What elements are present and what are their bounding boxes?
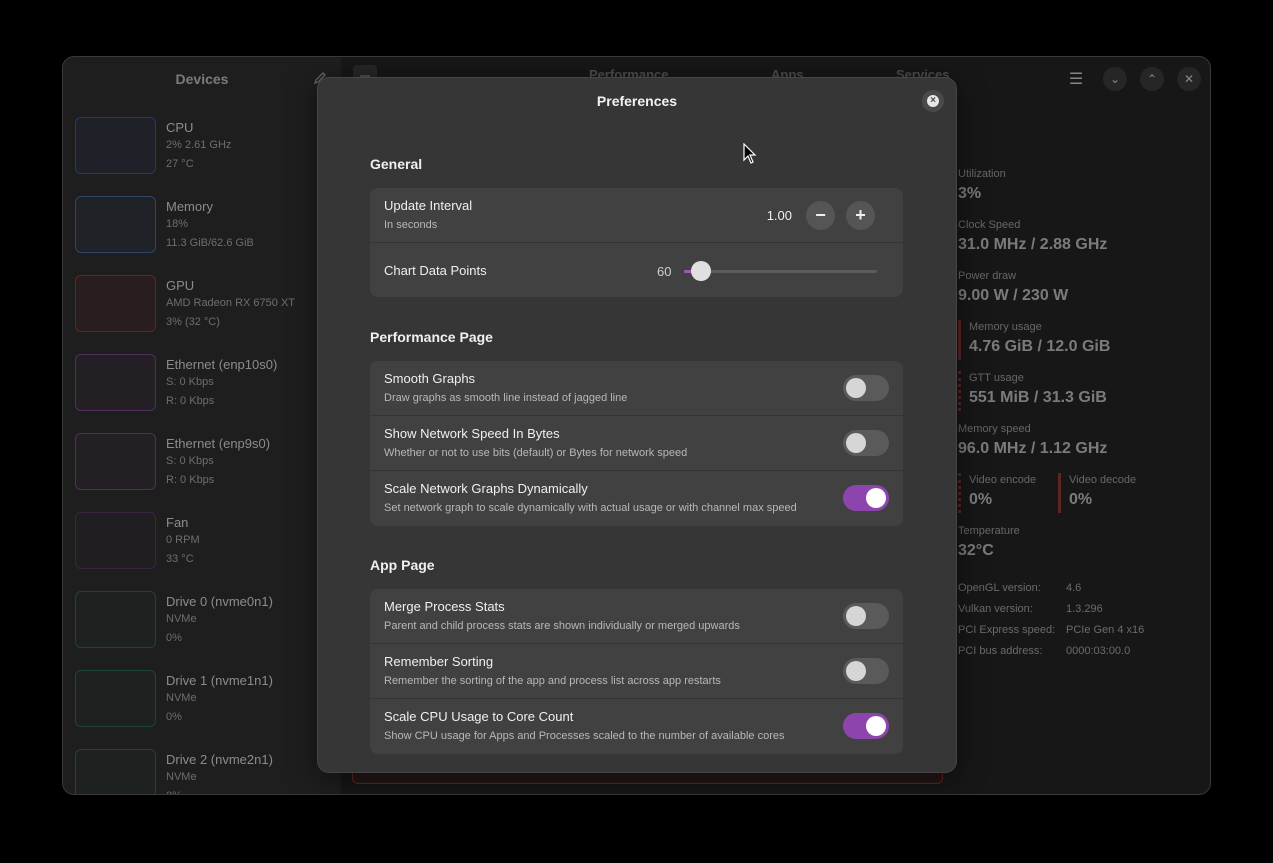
setting-row: Remember Sorting Remember the sorting of… — [370, 644, 903, 699]
toggle-knob — [866, 488, 886, 508]
setting-row: Smooth Graphs Draw graphs as smooth line… — [370, 361, 903, 416]
setting-subtitle: Draw graphs as smooth line instead of ja… — [384, 392, 628, 404]
setting-title: Merge Process Stats — [384, 599, 505, 614]
chart-points-title: Chart Data Points — [384, 263, 487, 278]
toggle-knob — [846, 433, 866, 453]
toggle-switch[interactable] — [843, 603, 889, 629]
update-interval-row: Update Interval In seconds 1.00 − + — [370, 188, 903, 243]
update-interval-value[interactable]: 1.00 — [767, 208, 792, 223]
update-interval-subtitle: In seconds — [384, 219, 438, 231]
chart-points-row: Chart Data Points 60 — [370, 243, 903, 297]
setting-subtitle: Show CPU usage for Apps and Processes sc… — [384, 730, 785, 742]
app-group: Merge Process Stats Parent and child pro… — [370, 589, 903, 754]
toggle-knob — [846, 661, 866, 681]
setting-subtitle: Parent and child process stats are shown… — [384, 620, 740, 632]
setting-row: Show Network Speed In Bytes Whether or n… — [370, 416, 903, 471]
performance-group: Smooth Graphs Draw graphs as smooth line… — [370, 361, 903, 526]
setting-row: Merge Process Stats Parent and child pro… — [370, 589, 903, 644]
setting-row: Scale CPU Usage to Core Count Show CPU u… — [370, 699, 903, 754]
close-dialog-button[interactable]: × — [922, 90, 944, 112]
general-group: Update Interval In seconds 1.00 − + Char… — [370, 188, 903, 297]
toggle-switch[interactable] — [843, 713, 889, 739]
setting-subtitle: Whether or not to use bits (default) or … — [384, 447, 688, 459]
decrement-button[interactable]: − — [806, 201, 835, 230]
setting-title: Show Network Speed In Bytes — [384, 426, 560, 441]
close-icon: × — [927, 95, 939, 107]
toggle-switch[interactable] — [843, 485, 889, 511]
preferences-dialog: Preferences × General Update Interval In… — [317, 77, 957, 773]
chart-points-value: 60 — [657, 264, 672, 279]
setting-title: Remember Sorting — [384, 654, 494, 669]
increment-button[interactable]: + — [846, 201, 875, 230]
dialog-title: Preferences — [596, 93, 678, 109]
toggle-knob — [866, 716, 886, 736]
toggle-switch[interactable] — [843, 430, 889, 456]
toggle-switch[interactable] — [843, 375, 889, 401]
setting-subtitle: Remember the sorting of the app and proc… — [384, 675, 721, 687]
setting-row: Scale Network Graphs Dynamically Set net… — [370, 471, 903, 526]
toggle-knob — [846, 378, 866, 398]
setting-title: Scale Network Graphs Dynamically — [384, 481, 588, 496]
update-interval-title: Update Interval — [384, 198, 473, 213]
slider-handle[interactable] — [691, 261, 712, 281]
toggle-switch[interactable] — [843, 658, 889, 684]
setting-title: Scale CPU Usage to Core Count — [384, 709, 574, 724]
setting-title: Smooth Graphs — [384, 371, 476, 386]
section-general-title: General — [370, 156, 423, 172]
mouse-cursor-icon — [743, 143, 757, 164]
section-app-title: App Page — [370, 557, 435, 573]
chart-points-slider[interactable] — [684, 270, 877, 273]
section-performance-title: Performance Page — [370, 329, 493, 345]
toggle-knob — [846, 606, 866, 626]
setting-subtitle: Set network graph to scale dynamically w… — [384, 502, 797, 514]
